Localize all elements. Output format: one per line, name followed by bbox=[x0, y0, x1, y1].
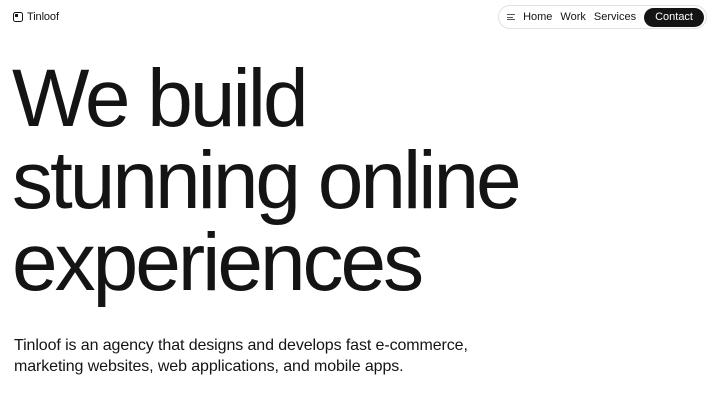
nav-link-services[interactable]: Services bbox=[594, 10, 636, 24]
hero-line: We build bbox=[12, 53, 309, 144]
hero-heading: We build stunning online experiences bbox=[12, 53, 522, 308]
main-nav: Home Work Services Contact bbox=[498, 5, 707, 29]
hero-line: stunning online bbox=[12, 135, 522, 226]
nav-link-home[interactable]: Home bbox=[523, 10, 552, 24]
brand-name: Tinloof bbox=[27, 11, 59, 23]
hero-line: experiences bbox=[12, 217, 424, 308]
nav-link-work[interactable]: Work bbox=[560, 10, 585, 24]
contact-button[interactable]: Contact bbox=[644, 7, 704, 27]
logo-link[interactable]: Tinloof bbox=[13, 10, 59, 24]
tinloof-logo-icon bbox=[13, 12, 23, 22]
page: Tinloof Home Work Services Contact We bu… bbox=[0, 0, 720, 410]
subtitle-line: marketing websites, web applications, an… bbox=[14, 358, 404, 375]
menu-lines-icon[interactable] bbox=[507, 13, 516, 21]
subtitle-line: Tinloof is an agency that designs and de… bbox=[14, 337, 468, 354]
hero-subtitle: Tinloof is an agency that designs and de… bbox=[14, 335, 574, 377]
